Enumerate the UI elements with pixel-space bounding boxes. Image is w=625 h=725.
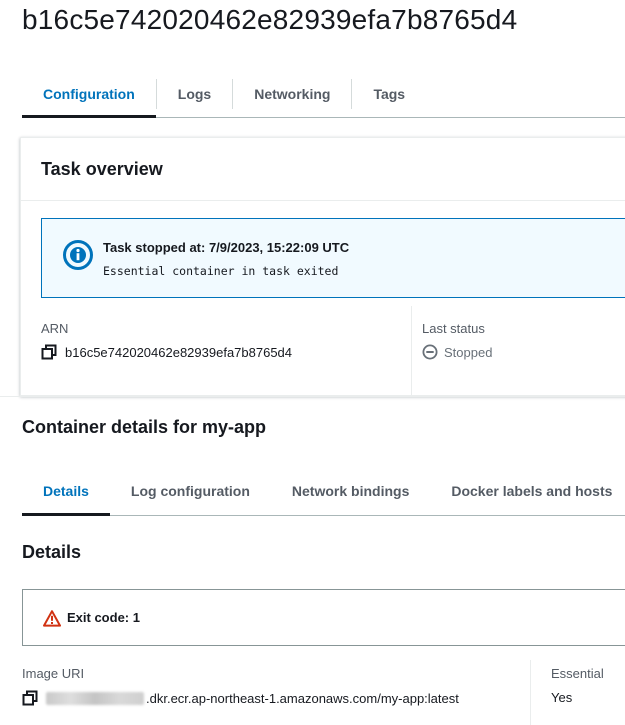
details-heading: Details bbox=[22, 542, 82, 562]
stopped-status-icon bbox=[422, 344, 438, 360]
image-uri-text: .dkr.ecr.ap-northeast-1.amazonaws.com/my… bbox=[146, 690, 459, 706]
task-overview-card: Task overview Task stopped at: 7/9/2023,… bbox=[20, 137, 625, 397]
container-details-title: Container details for my-app bbox=[22, 417, 267, 437]
essential-label: Essential bbox=[551, 666, 604, 681]
column-divider bbox=[530, 660, 531, 725]
exit-code-text: Exit code: 1 bbox=[67, 610, 140, 625]
task-title: b16c5e742020462e82939efa7b8765d4 bbox=[22, 4, 518, 35]
redacted-account-id bbox=[46, 691, 144, 705]
essential-value: Yes bbox=[551, 690, 573, 705]
alert-title: Task stopped at: 7/9/2023, 15:22:09 UTC bbox=[103, 240, 350, 255]
copy-icon[interactable] bbox=[22, 690, 38, 706]
warning-icon bbox=[43, 610, 61, 627]
image-uri-value: .dkr.ecr.ap-northeast-1.amazonaws.com/my… bbox=[22, 690, 459, 706]
last-status-text: Stopped bbox=[444, 344, 493, 360]
section-divider bbox=[0, 396, 625, 397]
last-status-label: Last status bbox=[422, 321, 485, 336]
last-status-value: Stopped bbox=[422, 344, 492, 360]
tab-docker-labels-hosts[interactable]: Docker labels and hosts bbox=[430, 466, 625, 515]
image-uri-label: Image URI bbox=[22, 666, 85, 681]
arn-text: b16c5e742020462e82939efa7b8765d4 bbox=[65, 344, 293, 360]
arn-value: b16c5e742020462e82939efa7b8765d4 bbox=[41, 344, 292, 360]
task-overview-title: Task overview bbox=[21, 138, 625, 201]
alert-message: Essential container in task exited bbox=[103, 264, 339, 278]
tab-network-bindings[interactable]: Network bindings bbox=[271, 466, 430, 515]
tab-logs[interactable]: Logs bbox=[157, 70, 232, 117]
column-divider bbox=[411, 306, 412, 397]
tab-configuration[interactable]: Configuration bbox=[22, 70, 156, 118]
tab-details[interactable]: Details bbox=[22, 466, 110, 516]
copy-icon[interactable] bbox=[41, 344, 57, 360]
info-circle-icon bbox=[63, 240, 93, 270]
arn-label: ARN bbox=[41, 321, 69, 336]
tab-tags[interactable]: Tags bbox=[352, 70, 426, 117]
container-tabs: Details Log configuration Network bindin… bbox=[22, 466, 625, 516]
tab-log-configuration[interactable]: Log configuration bbox=[110, 466, 271, 515]
tab-networking[interactable]: Networking bbox=[233, 70, 351, 117]
task-stopped-alert: Task stopped at: 7/9/2023, 15:22:09 UTC … bbox=[41, 218, 625, 298]
exit-code-alert: Exit code: 1 bbox=[22, 589, 625, 646]
main-tabs: Configuration Logs Networking Tags bbox=[22, 70, 625, 118]
